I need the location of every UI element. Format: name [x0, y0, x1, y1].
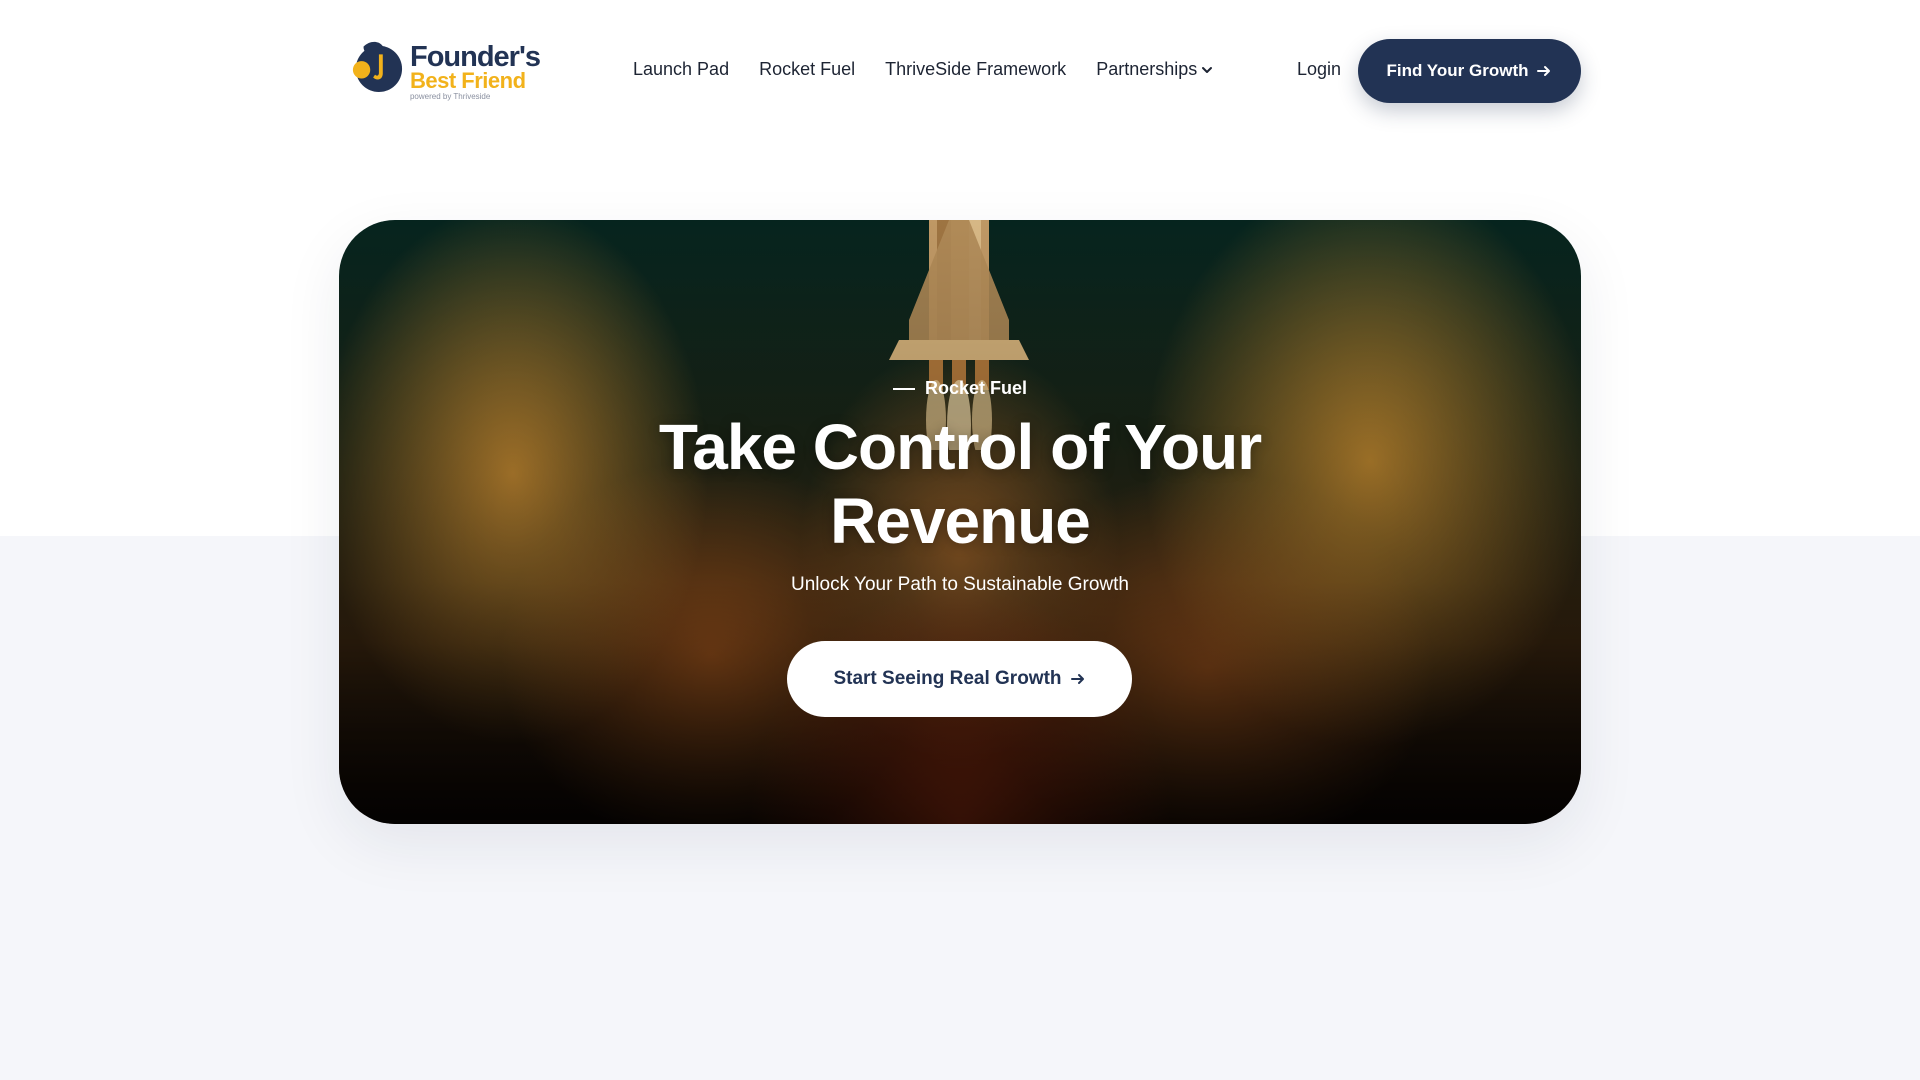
hero-subtitle: Unlock Your Path to Sustainable Growth [791, 574, 1129, 595]
logo[interactable]: Founder's Best Friend powered by Thrives… [350, 36, 541, 104]
hero-banner: Rocket Fuel Take Control of Your Revenue… [339, 220, 1581, 824]
eyebrow-dash [892, 387, 915, 390]
navbar: Founder's Best Friend powered by Thrives… [0, 0, 1920, 142]
nav-thriveside-framework[interactable]: ThriveSide Framework [885, 59, 1066, 80]
find-your-growth-button[interactable]: Find Your Growth [1358, 39, 1581, 103]
logo-icon [352, 41, 403, 92]
logo-wordmark: Founder's Best Friend powered by Thrives… [409, 41, 541, 102]
nav-partnerships-label: Partnerships [1096, 59, 1198, 79]
arrow-right-icon [1070, 674, 1084, 684]
arrow-right-icon [1537, 66, 1551, 76]
find-your-growth-label: Find Your Growth [1386, 61, 1529, 80]
hero-title-line-1: Take Control of Your [658, 411, 1262, 483]
login-link[interactable]: Login [1297, 59, 1341, 80]
nav-rocket-fuel[interactable]: Rocket Fuel [759, 59, 855, 80]
nav-launch-pad[interactable]: Launch Pad [633, 59, 729, 80]
chevron-down-icon [1202, 66, 1213, 73]
hero-title-line-2: Revenue [830, 485, 1091, 557]
start-seeing-real-growth-label: Start Seeing Real Growth [833, 668, 1062, 689]
main-menu: Launch Pad Rocket Fuel ThriveSide Framew… [633, 59, 1243, 80]
logo-subtitle: Best Friend [409, 68, 526, 93]
start-seeing-real-growth-button[interactable]: Start Seeing Real Growth [787, 641, 1132, 717]
hero-title: Take Control of Your Revenue [339, 410, 1581, 558]
nav-partnerships[interactable]: Partnerships [1096, 59, 1213, 80]
logo-tagline: powered by Thriveside [409, 92, 491, 101]
hero-eyebrow-label: Rocket Fuel [924, 378, 1028, 398]
hero-eyebrow: Rocket Fuel [339, 378, 1581, 399]
logo-title: Founder's [409, 41, 541, 73]
